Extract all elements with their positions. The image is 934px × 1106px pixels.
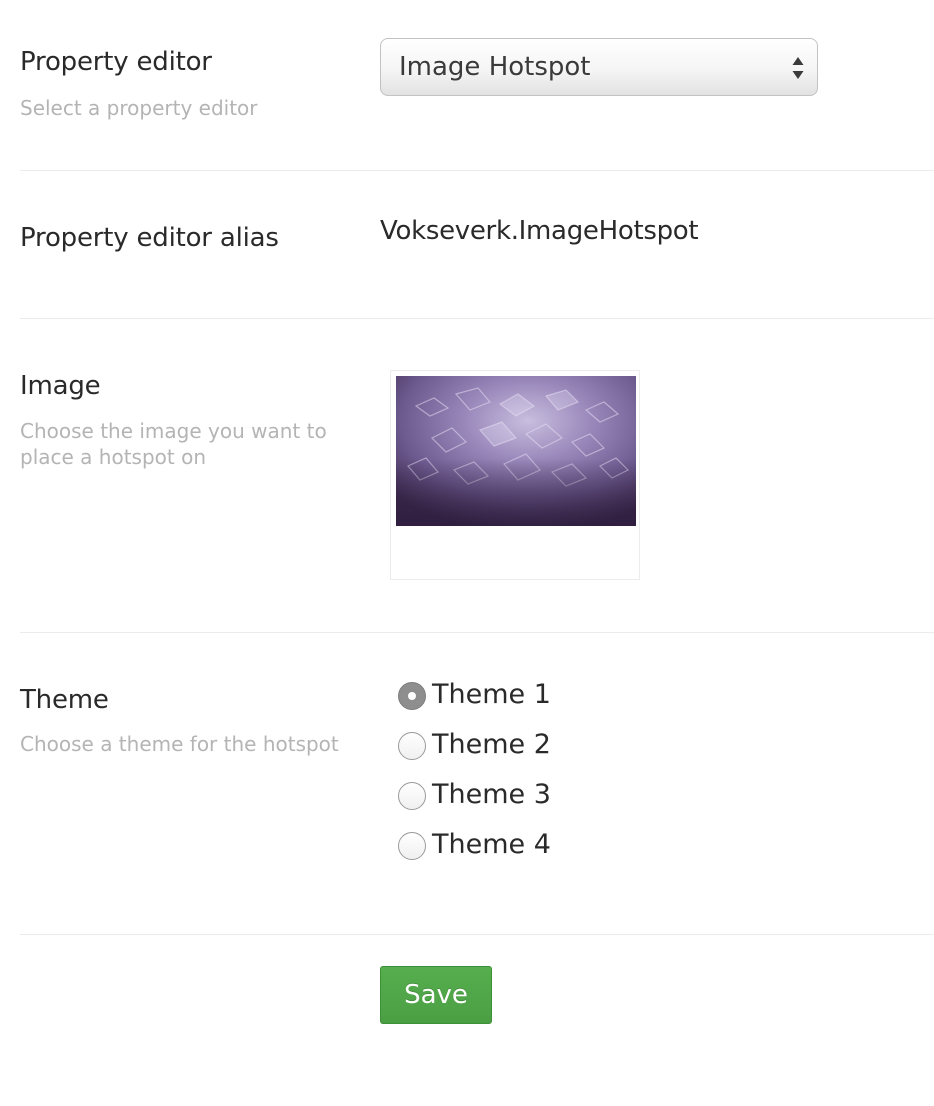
property-editor-label: Property editor (20, 47, 212, 77)
theme-option-label: Theme 2 (432, 729, 551, 760)
radio-unchecked-icon[interactable] (398, 782, 426, 810)
select-updown-arrows-icon (792, 57, 804, 79)
alias-value: Vokseverk.ImageHotspot (380, 216, 699, 246)
section-divider (20, 934, 934, 935)
section-divider (20, 170, 934, 171)
radio-unchecked-icon[interactable] (398, 832, 426, 860)
radio-checked-icon[interactable] (398, 682, 426, 710)
property-editor-select[interactable]: Image Hotspot (380, 38, 818, 96)
theme-option-label: Theme 3 (432, 779, 551, 810)
image-label: Image (20, 371, 101, 401)
theme-description: Choose a theme for the hotspot (20, 732, 339, 756)
alias-label: Property editor alias (20, 223, 279, 253)
image-description: Choose the image you want to place a hot… (20, 419, 327, 469)
image-picker[interactable] (390, 370, 640, 580)
save-button[interactable]: Save (380, 966, 492, 1024)
theme-label: Theme (20, 685, 109, 715)
radio-unchecked-icon[interactable] (398, 732, 426, 760)
section-divider (20, 632, 934, 633)
purple-crystals-image (396, 376, 636, 526)
section-divider (20, 318, 934, 319)
property-editor-description: Select a property editor (20, 96, 258, 120)
theme-option-label: Theme 4 (432, 829, 551, 860)
property-editor-selected-value: Image Hotspot (399, 52, 591, 82)
theme-option-label: Theme 1 (432, 679, 551, 710)
